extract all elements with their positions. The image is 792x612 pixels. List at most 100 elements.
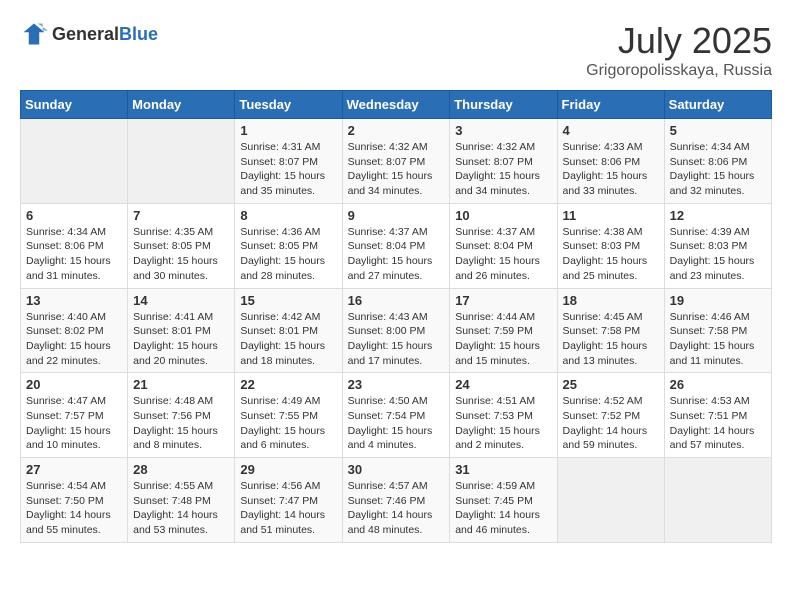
day-number: 12 bbox=[670, 208, 766, 223]
calendar-cell: 19Sunrise: 4:46 AMSunset: 7:58 PMDayligh… bbox=[664, 288, 771, 373]
calendar-cell: 11 Sunrise: 4:38 AMSunset: 8:03 PMDayligh… bbox=[557, 203, 664, 288]
calendar-cell: 12 Sunrise: 4:39 AMSunset: 8:03 PMDayligh… bbox=[664, 203, 771, 288]
calendar-cell: 1 Sunrise: 4:31 AMSunset: 8:07 PMDaylight… bbox=[235, 119, 342, 204]
day-detail: Sunrise: 4:37 AMSunset: 8:04 PMDaylight:… bbox=[455, 225, 551, 284]
weekday-header-wednesday: Wednesday bbox=[342, 91, 450, 119]
day-detail: Sunrise: 4:33 AMSunset: 8:06 PMDaylight:… bbox=[563, 140, 659, 199]
day-number: 1 bbox=[240, 123, 336, 138]
day-number: 6 bbox=[26, 208, 122, 223]
calendar-cell bbox=[21, 119, 128, 204]
day-detail: Sunrise: 4:45 AMSunset: 7:58 PMDaylight:… bbox=[563, 310, 659, 369]
day-detail: Sunrise: 4:47 AMSunset: 7:57 PMDaylight:… bbox=[26, 394, 122, 453]
calendar-cell: 6 Sunrise: 4:34 AMSunset: 8:06 PMDaylight… bbox=[21, 203, 128, 288]
day-number: 14 bbox=[133, 293, 229, 308]
day-number: 13 bbox=[26, 293, 122, 308]
logo-text: GeneralBlue bbox=[52, 24, 158, 45]
calendar-cell: 10 Sunrise: 4:37 AMSunset: 8:04 PMDayligh… bbox=[450, 203, 557, 288]
day-detail: Sunrise: 4:59 AMSunset: 7:45 PMDaylight:… bbox=[455, 479, 551, 538]
day-number: 9 bbox=[348, 208, 445, 223]
calendar-cell bbox=[557, 458, 664, 543]
day-detail: Sunrise: 4:41 AMSunset: 8:01 PMDaylight:… bbox=[133, 310, 229, 369]
day-detail: Sunrise: 4:37 AMSunset: 8:04 PMDaylight:… bbox=[348, 225, 445, 284]
calendar-cell: 27 Sunrise: 4:54 AMSunset: 7:50 PMDayligh… bbox=[21, 458, 128, 543]
day-number: 31 bbox=[455, 462, 551, 477]
calendar-cell: 5Sunrise: 4:34 AMSunset: 8:06 PMDaylight… bbox=[664, 119, 771, 204]
day-detail: Sunrise: 4:52 AMSunset: 7:52 PMDaylight:… bbox=[563, 394, 659, 453]
calendar-cell bbox=[664, 458, 771, 543]
day-detail: Sunrise: 4:53 AMSunset: 7:51 PMDaylight:… bbox=[670, 394, 766, 453]
calendar-cell: 18 Sunrise: 4:45 AMSunset: 7:58 PMDayligh… bbox=[557, 288, 664, 373]
weekday-header-friday: Friday bbox=[557, 91, 664, 119]
day-detail: Sunrise: 4:38 AMSunset: 8:03 PMDaylight:… bbox=[563, 225, 659, 284]
day-number: 27 bbox=[26, 462, 122, 477]
calendar-cell: 30Sunrise: 4:57 AMSunset: 7:46 PMDayligh… bbox=[342, 458, 450, 543]
day-number: 11 bbox=[563, 208, 659, 223]
day-number: 24 bbox=[455, 377, 551, 392]
week-row-1: 1 Sunrise: 4:31 AMSunset: 8:07 PMDaylight… bbox=[21, 119, 772, 204]
logo-general: General bbox=[52, 24, 119, 44]
day-detail: Sunrise: 4:46 AMSunset: 7:58 PMDaylight:… bbox=[670, 310, 766, 369]
day-number: 28 bbox=[133, 462, 229, 477]
day-number: 15 bbox=[240, 293, 336, 308]
page-header: GeneralBlue July 2025 Grigoropolisskaya,… bbox=[20, 20, 772, 80]
day-number: 7 bbox=[133, 208, 229, 223]
day-number: 23 bbox=[348, 377, 445, 392]
calendar-cell: 22Sunrise: 4:49 AMSunset: 7:55 PMDayligh… bbox=[235, 373, 342, 458]
weekday-header-thursday: Thursday bbox=[450, 91, 557, 119]
calendar-cell: 21Sunrise: 4:48 AMSunset: 7:56 PMDayligh… bbox=[128, 373, 235, 458]
day-number: 20 bbox=[26, 377, 122, 392]
day-detail: Sunrise: 4:36 AMSunset: 8:05 PMDaylight:… bbox=[240, 225, 336, 284]
calendar-cell: 3 Sunrise: 4:32 AMSunset: 8:07 PMDaylight… bbox=[450, 119, 557, 204]
day-number: 3 bbox=[455, 123, 551, 138]
calendar-cell: 25 Sunrise: 4:52 AMSunset: 7:52 PMDayligh… bbox=[557, 373, 664, 458]
logo-icon bbox=[20, 20, 48, 48]
calendar-cell: 9 Sunrise: 4:37 AMSunset: 8:04 PMDaylight… bbox=[342, 203, 450, 288]
day-detail: Sunrise: 4:31 AMSunset: 8:07 PMDaylight:… bbox=[240, 140, 336, 199]
day-detail: Sunrise: 4:34 AMSunset: 8:06 PMDaylight:… bbox=[26, 225, 122, 284]
day-number: 29 bbox=[240, 462, 336, 477]
day-detail: Sunrise: 4:55 AMSunset: 7:48 PMDaylight:… bbox=[133, 479, 229, 538]
weekday-header-sunday: Sunday bbox=[21, 91, 128, 119]
day-detail: Sunrise: 4:40 AMSunset: 8:02 PMDaylight:… bbox=[26, 310, 122, 369]
logo-blue: Blue bbox=[119, 24, 158, 44]
calendar-cell: 7Sunrise: 4:35 AMSunset: 8:05 PMDaylight… bbox=[128, 203, 235, 288]
week-row-2: 6 Sunrise: 4:34 AMSunset: 8:06 PMDaylight… bbox=[21, 203, 772, 288]
weekday-header-tuesday: Tuesday bbox=[235, 91, 342, 119]
calendar-cell: 14 Sunrise: 4:41 AMSunset: 8:01 PMDayligh… bbox=[128, 288, 235, 373]
week-row-3: 13 Sunrise: 4:40 AMSunset: 8:02 PMDayligh… bbox=[21, 288, 772, 373]
day-detail: Sunrise: 4:32 AMSunset: 8:07 PMDaylight:… bbox=[348, 140, 445, 199]
calendar-cell: 15 Sunrise: 4:42 AMSunset: 8:01 PMDayligh… bbox=[235, 288, 342, 373]
day-detail: Sunrise: 4:57 AMSunset: 7:46 PMDaylight:… bbox=[348, 479, 445, 538]
day-number: 18 bbox=[563, 293, 659, 308]
day-number: 10 bbox=[455, 208, 551, 223]
day-detail: Sunrise: 4:44 AMSunset: 7:59 PMDaylight:… bbox=[455, 310, 551, 369]
calendar-cell: 24 Sunrise: 4:51 AMSunset: 7:53 PMDayligh… bbox=[450, 373, 557, 458]
title-block: July 2025 Grigoropolisskaya, Russia bbox=[586, 20, 772, 80]
calendar-cell: 28 Sunrise: 4:55 AMSunset: 7:48 PMDayligh… bbox=[128, 458, 235, 543]
calendar-cell: 23Sunrise: 4:50 AMSunset: 7:54 PMDayligh… bbox=[342, 373, 450, 458]
calendar-cell: 4Sunrise: 4:33 AMSunset: 8:06 PMDaylight… bbox=[557, 119, 664, 204]
calendar-table: SundayMondayTuesdayWednesdayThursdayFrid… bbox=[20, 90, 772, 543]
day-detail: Sunrise: 4:48 AMSunset: 7:56 PMDaylight:… bbox=[133, 394, 229, 453]
day-detail: Sunrise: 4:43 AMSunset: 8:00 PMDaylight:… bbox=[348, 310, 445, 369]
day-number: 16 bbox=[348, 293, 445, 308]
day-detail: Sunrise: 4:49 AMSunset: 7:55 PMDaylight:… bbox=[240, 394, 336, 453]
day-detail: Sunrise: 4:51 AMSunset: 7:53 PMDaylight:… bbox=[455, 394, 551, 453]
day-detail: Sunrise: 4:39 AMSunset: 8:03 PMDaylight:… bbox=[670, 225, 766, 284]
day-detail: Sunrise: 4:54 AMSunset: 7:50 PMDaylight:… bbox=[26, 479, 122, 538]
week-row-4: 20 Sunrise: 4:47 AMSunset: 7:57 PMDayligh… bbox=[21, 373, 772, 458]
day-detail: Sunrise: 4:34 AMSunset: 8:06 PMDaylight:… bbox=[670, 140, 766, 199]
day-number: 25 bbox=[563, 377, 659, 392]
day-number: 26 bbox=[670, 377, 766, 392]
day-detail: Sunrise: 4:42 AMSunset: 8:01 PMDaylight:… bbox=[240, 310, 336, 369]
day-number: 8 bbox=[240, 208, 336, 223]
day-detail: Sunrise: 4:32 AMSunset: 8:07 PMDaylight:… bbox=[455, 140, 551, 199]
weekday-header-saturday: Saturday bbox=[664, 91, 771, 119]
calendar-cell: 8 Sunrise: 4:36 AMSunset: 8:05 PMDaylight… bbox=[235, 203, 342, 288]
calendar-cell: 2Sunrise: 4:32 AMSunset: 8:07 PMDaylight… bbox=[342, 119, 450, 204]
calendar-cell bbox=[128, 119, 235, 204]
calendar-cell: 16 Sunrise: 4:43 AMSunset: 8:00 PMDayligh… bbox=[342, 288, 450, 373]
calendar-cell: 26 Sunrise: 4:53 AMSunset: 7:51 PMDayligh… bbox=[664, 373, 771, 458]
weekday-header-row: SundayMondayTuesdayWednesdayThursdayFrid… bbox=[21, 91, 772, 119]
weekday-header-monday: Monday bbox=[128, 91, 235, 119]
